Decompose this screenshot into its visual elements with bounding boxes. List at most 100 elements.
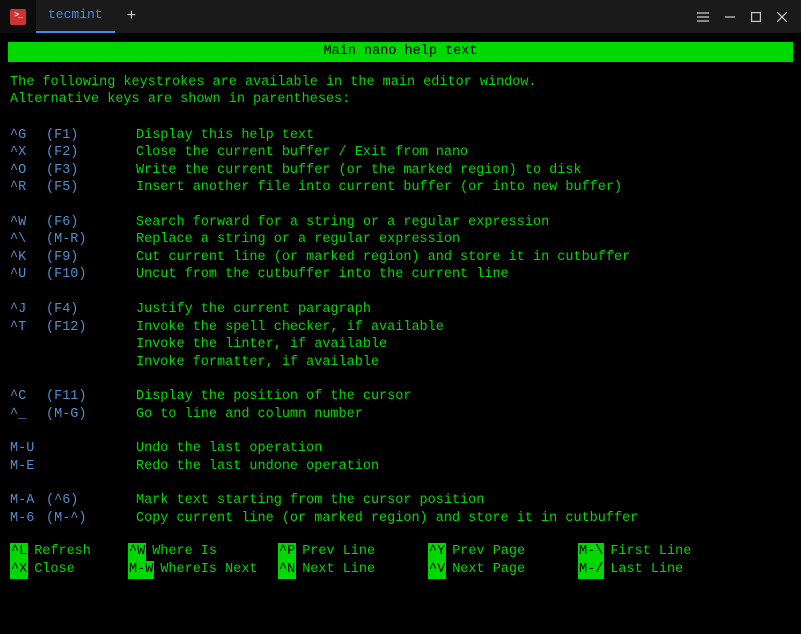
help-row: Invoke formatter, if available (10, 354, 793, 372)
footer-item: M-/ Last Line (578, 561, 728, 579)
hamburger-icon[interactable] (697, 12, 709, 22)
help-description: Cut current line (or marked region) and … (136, 249, 793, 267)
help-alt-key (46, 440, 136, 458)
help-alt-key: (F2) (46, 144, 136, 162)
help-alt-key: (F9) (46, 249, 136, 267)
help-key: ^C (10, 388, 46, 406)
new-tab-button[interactable]: + (115, 0, 149, 33)
help-row: ^W(F6)Search forward for a string or a r… (10, 214, 793, 232)
help-key: ^G (10, 127, 46, 145)
help-footer: ^LRefresh^WWhere Is^PPrev Line^YPrev Pag… (8, 543, 793, 578)
footer-label: Refresh (34, 543, 91, 561)
help-description: Replace a string or a regular expression (136, 231, 793, 249)
help-key: M-A (10, 492, 46, 510)
help-description: Invoke the spell checker, if available (136, 319, 793, 337)
help-row: ^K(F9)Cut current line (or marked region… (10, 249, 793, 267)
help-alt-key: (F12) (46, 319, 136, 337)
footer-key: M-\ (578, 543, 604, 561)
help-description: Insert another file into current buffer … (136, 179, 793, 197)
help-row: ^\(M-R)Replace a string or a regular exp… (10, 231, 793, 249)
help-description: Copy current line (or marked region) and… (136, 510, 793, 528)
footer-item: M-\ First Line (578, 543, 728, 561)
tab-label: tecmint (48, 7, 103, 24)
footer-label: First Line (610, 543, 691, 561)
help-key: ^J (10, 301, 46, 319)
help-row: ^_(M-G)Go to line and column number (10, 406, 793, 424)
help-key: ^O (10, 162, 46, 180)
footer-label: Last Line (610, 561, 683, 579)
help-alt-key (46, 336, 136, 354)
help-alt-key: (F3) (46, 162, 136, 180)
footer-key: M-/ (578, 561, 604, 579)
help-row: M-E Redo the last undone operation (10, 458, 793, 476)
footer-item: ^W Where Is (128, 543, 278, 561)
footer-key: ^L (10, 543, 28, 561)
help-description: Mark text starting from the cursor posit… (136, 492, 793, 510)
footer-key: ^N (278, 561, 296, 579)
help-row: ^C(F11)Display the position of the curso… (10, 388, 793, 406)
footer-row-1: ^LRefresh^WWhere Is^PPrev Line^YPrev Pag… (10, 543, 791, 561)
footer-label: Where Is (152, 543, 217, 561)
help-description: Write the current buffer (or the marked … (136, 162, 793, 180)
help-key: ^K (10, 249, 46, 267)
footer-item: ^N Next Line (278, 561, 428, 579)
help-key: ^X (10, 144, 46, 162)
footer-label: Next Line (302, 561, 375, 579)
footer-item: ^P Prev Line (278, 543, 428, 561)
help-description: Go to line and column number (136, 406, 793, 424)
help-row: ^R(F5)Insert another file into current b… (10, 179, 793, 197)
help-row: ^X(F2)Close the current buffer / Exit fr… (10, 144, 793, 162)
help-key (10, 354, 46, 372)
app-icon-tab (0, 0, 36, 33)
help-row: M-UUndo the last operation (10, 440, 793, 458)
footer-key: ^W (128, 543, 146, 561)
footer-key: M-W (128, 561, 154, 579)
maximize-icon[interactable] (751, 12, 761, 22)
help-row: ^U(F10)Uncut from the cutbuffer into the… (10, 266, 793, 284)
help-alt-key: (M-^) (46, 510, 136, 528)
help-alt-key: (M-R) (46, 231, 136, 249)
help-description: Uncut from the cutbuffer into the curren… (136, 266, 793, 284)
footer-label: Prev Page (452, 543, 525, 561)
help-row: ^G(F1)Display this help text (10, 127, 793, 145)
help-row: ^T(F12)Invoke the spell checker, if avai… (10, 319, 793, 337)
footer-key: ^P (278, 543, 296, 561)
footer-item: M-W WhereIs Next (128, 561, 278, 579)
help-key: ^\ (10, 231, 46, 249)
footer-item: ^XClose (10, 561, 128, 579)
help-key: ^T (10, 319, 46, 337)
help-alt-key: (F5) (46, 179, 136, 197)
help-row: M-6(M-^)Copy current line (or marked reg… (10, 510, 793, 528)
tab-tecmint[interactable]: tecmint (36, 0, 115, 33)
help-description: Close the current buffer / Exit from nan… (136, 144, 793, 162)
intro-line-2: Alternative keys are shown in parenthese… (10, 91, 793, 109)
help-alt-key: (F6) (46, 214, 136, 232)
footer-label: WhereIs Next (160, 561, 257, 579)
help-alt-key: (F11) (46, 388, 136, 406)
help-row: M-A(^6)Mark text starting from the curso… (10, 492, 793, 510)
help-body: ^G(F1)Display this help text^X(F2)Close … (8, 127, 793, 528)
footer-label: Prev Line (302, 543, 375, 561)
help-description: Invoke the linter, if available (136, 336, 793, 354)
close-icon[interactable] (777, 12, 787, 22)
help-key (10, 336, 46, 354)
terminal-content: Main nano help text The following keystr… (0, 34, 801, 579)
help-alt-key: (F1) (46, 127, 136, 145)
help-row: ^J(F4)Justify the current paragraph (10, 301, 793, 319)
help-row: Invoke the linter, if available (10, 336, 793, 354)
help-alt-key: (F4) (46, 301, 136, 319)
help-alt-key (46, 458, 136, 476)
window-controls (683, 0, 801, 33)
terminal-icon (10, 9, 26, 25)
help-description: Search forward for a string or a regular… (136, 214, 793, 232)
help-key: ^R (10, 179, 46, 197)
footer-item: ^L Refresh (10, 543, 128, 561)
help-description: Justify the current paragraph (136, 301, 793, 319)
footer-key: ^V (428, 561, 446, 579)
help-key: M-E (10, 458, 46, 476)
help-alt-key: (M-G) (46, 406, 136, 424)
help-intro: The following keystrokes are available i… (10, 74, 793, 109)
help-description: Redo the last undone operation (136, 458, 793, 476)
help-alt-key (46, 354, 136, 372)
minimize-icon[interactable] (725, 12, 735, 22)
